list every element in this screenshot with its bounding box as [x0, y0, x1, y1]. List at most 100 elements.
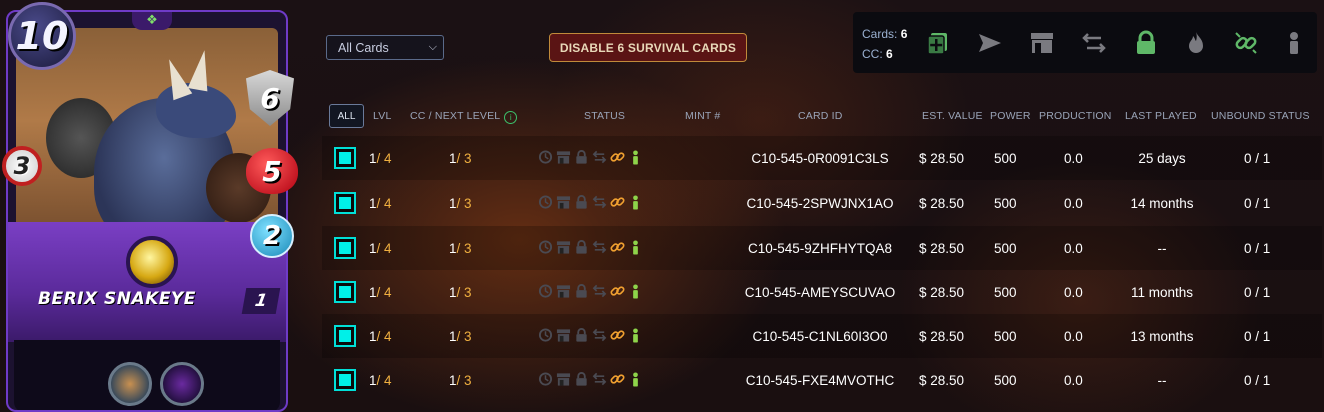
cc-current: 1 [449, 328, 457, 344]
cc-next: / 3 [456, 372, 472, 388]
table-row[interactable]: 1 / 41 / 3 C10-545-0R0091C3LS $ 28.50 500 0.… [322, 136, 1322, 180]
status-person-icon[interactable] [628, 327, 643, 343]
header-production[interactable]: PRODUCTION [1039, 110, 1112, 122]
status-link-icon[interactable] [610, 371, 625, 387]
row-checkbox[interactable] [334, 325, 356, 347]
card-id-cell[interactable]: C10-545-AMEYSCUVAO [732, 270, 908, 314]
market-icon[interactable] [1029, 30, 1055, 56]
card-id-cell[interactable]: C10-545-2SPWJNX1AO [732, 181, 908, 225]
burn-icon[interactable] [1183, 30, 1209, 56]
card-level-value: 1 [253, 291, 269, 311]
unbound-status-cell: 0 / 1 [1244, 284, 1271, 300]
status-link-icon[interactable] [610, 239, 625, 255]
status-person-icon[interactable] [628, 149, 643, 165]
disable-survival-button[interactable]: DISABLE 6 SURVIVAL CARDS [549, 33, 747, 62]
cc-next: / 3 [456, 150, 472, 166]
cc-current: 1 [449, 240, 457, 256]
status-person-icon[interactable] [628, 194, 643, 210]
level-max: / 4 [376, 240, 392, 256]
header-lvl[interactable]: LVL [373, 110, 392, 122]
header-est-value[interactable]: EST. VALUE [922, 110, 983, 122]
cc-next: / 3 [456, 328, 472, 344]
row-checkbox[interactable] [334, 147, 356, 169]
level-current: 1 [369, 240, 377, 256]
status-person-icon[interactable] [628, 371, 643, 387]
card-id-cell[interactable]: C10-545-0R0091C3LS [732, 136, 908, 180]
cc-cell: 1 / 3 [449, 270, 472, 314]
card-filter-value: All Cards [338, 40, 389, 55]
card-filter-select[interactable]: All Cards ⌵ [326, 35, 444, 60]
table-row[interactable]: 1 / 41 / 3 C10-545-C1NL60I3O0 $ 28.50 500 0.… [322, 314, 1322, 358]
table-row[interactable]: 1 / 41 / 3 C10-545-AMEYSCUVAO $ 28.50 500 0.… [322, 270, 1322, 314]
card-id-cell[interactable]: C10-545-9ZHFHYTQA8 [732, 226, 908, 270]
last-played-cell: -- [1157, 372, 1167, 388]
power-cell: 500 [994, 284, 1017, 300]
level-cell: 1 / 4 [369, 181, 392, 225]
header-last-played[interactable]: LAST PLAYED [1125, 110, 1197, 122]
table-row[interactable]: 1 / 41 / 3 C10-545-FXE4MVOTHC $ 28.50 500 0.… [322, 358, 1322, 402]
transfer-icon[interactable] [1081, 30, 1107, 56]
last-played-cell: -- [1157, 240, 1167, 256]
level-max: / 4 [376, 284, 392, 300]
last-played-cell: 25 days [1138, 150, 1186, 166]
est-value-cell: $ 28.50 [919, 150, 965, 166]
cc-cell: 1 / 3 [449, 181, 472, 225]
select-all-button[interactable]: ALL [329, 104, 364, 128]
production-cell: 0.0 [1064, 328, 1083, 344]
level-cell: 1 / 4 [369, 270, 392, 314]
combine-icon[interactable] [926, 30, 952, 56]
unbound-status-cell: 0 / 1 [1244, 328, 1271, 344]
level-cell: 1 / 4 [369, 314, 392, 358]
unbind-icon[interactable] [1233, 30, 1259, 56]
production-cell: 0.0 [1064, 240, 1083, 256]
status-person-icon[interactable] [628, 283, 643, 299]
header-unbound-status[interactable]: UNBOUND STATUS [1211, 110, 1310, 122]
status-clock-icon [538, 327, 553, 343]
send-icon[interactable] [977, 30, 1003, 56]
header-power[interactable]: POWER [990, 110, 1031, 122]
status-market-icon [556, 283, 571, 299]
row-checkbox[interactable] [334, 369, 356, 391]
status-link-icon[interactable] [610, 194, 625, 210]
delegate-icon[interactable] [1281, 30, 1307, 56]
header-mint[interactable]: MINT # [685, 110, 720, 122]
lock-icon[interactable] [1133, 30, 1159, 56]
cc-cell: 1 / 3 [449, 358, 472, 402]
status-lock-icon [574, 283, 589, 299]
status-icons [538, 283, 643, 299]
status-clock-icon [538, 239, 553, 255]
production-cell: 0.0 [1064, 150, 1083, 166]
cc-count-value: 6 [886, 47, 893, 61]
table-row[interactable]: 1 / 41 / 3 C10-545-2SPWJNX1AO $ 28.50 500 0.… [322, 181, 1322, 225]
row-checkbox[interactable] [334, 281, 356, 303]
status-person-icon[interactable] [628, 239, 643, 255]
health-stat: 5 [246, 148, 298, 194]
cards-count-label: Cards: [862, 27, 898, 41]
status-link-icon[interactable] [610, 149, 625, 165]
header-cc[interactable]: CC / NEXT LEVEL i [410, 110, 518, 124]
level-cell: 1 / 4 [369, 226, 392, 270]
ability-icon [108, 362, 152, 406]
header-status[interactable]: STATUS [584, 110, 625, 122]
level-max: / 4 [376, 372, 392, 388]
level-current: 1 [369, 328, 377, 344]
info-icon[interactable]: i [504, 111, 518, 124]
production-cell: 0.0 [1064, 284, 1083, 300]
header-card-id[interactable]: CARD ID [798, 110, 843, 122]
row-checkbox[interactable] [334, 192, 356, 214]
level-max: / 4 [376, 328, 392, 344]
artwork-dragon-head [156, 83, 236, 138]
card-level: 1 [241, 288, 281, 314]
status-link-icon[interactable] [610, 283, 625, 299]
production-cell: 0.0 [1064, 195, 1083, 211]
status-link-icon[interactable] [610, 327, 625, 343]
cc-cell: 1 / 3 [449, 314, 472, 358]
table-row[interactable]: 1 / 41 / 3 C10-545-9ZHFHYTQA8 $ 28.50 500 0.… [322, 226, 1322, 270]
row-checkbox[interactable] [334, 237, 356, 259]
last-played-cell: 11 months [1130, 284, 1194, 300]
card-id-cell[interactable]: C10-545-C1NL60I3O0 [732, 314, 908, 358]
card-id-cell[interactable]: C10-545-FXE4MVOTHC [732, 358, 908, 402]
cc-current: 1 [449, 284, 457, 300]
est-value-cell: $ 28.50 [919, 328, 965, 344]
production-cell: 0.0 [1064, 372, 1083, 388]
